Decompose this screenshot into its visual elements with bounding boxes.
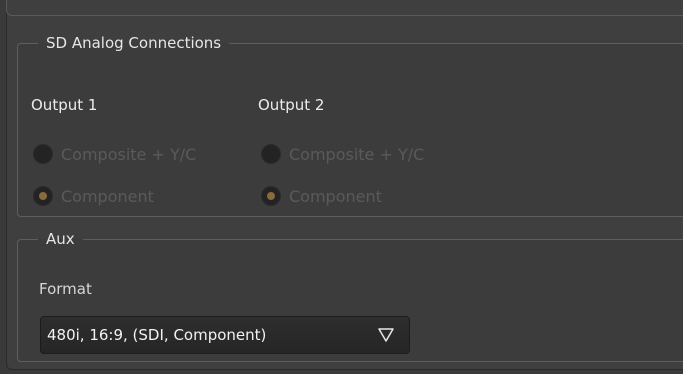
triangle-down-icon[interactable] — [371, 323, 401, 347]
format-label: Format — [39, 280, 92, 298]
output1-composite-radio[interactable]: Composite + Y/C — [33, 144, 196, 164]
output2-component-label: Component — [289, 186, 382, 206]
radio-button-selected[interactable] — [261, 186, 281, 206]
radio-button[interactable] — [261, 144, 281, 164]
aux-legend: Aux — [46, 230, 75, 248]
sd-analog-connections-legend: SD Analog Connections — [46, 34, 222, 52]
output1-label: Output 1 — [31, 96, 98, 114]
radio-button[interactable] — [33, 144, 53, 164]
output2-composite-radio[interactable]: Composite + Y/C — [261, 144, 424, 164]
output2-label: Output 2 — [258, 96, 325, 114]
output1-composite-label: Composite + Y/C — [61, 144, 197, 164]
sd-analog-connections-group: SD Analog Connections Output 1 Output 2 … — [17, 34, 683, 217]
output1-component-label: Component — [61, 186, 154, 206]
radio-button-selected[interactable] — [33, 186, 53, 206]
output2-composite-label: Composite + Y/C — [289, 144, 425, 164]
format-dropdown[interactable]: 480i, 16:9, (SDI, Component) — [40, 316, 410, 354]
format-dropdown-value: 480i, 16:9, (SDI, Component) — [47, 326, 267, 344]
output1-component-radio[interactable]: Component — [33, 186, 154, 206]
output2-component-radio[interactable]: Component — [261, 186, 382, 206]
top-panel-edge — [6, 0, 683, 16]
aux-group: Aux Format 480i, 16:9, (SDI, Component) — [17, 230, 683, 362]
